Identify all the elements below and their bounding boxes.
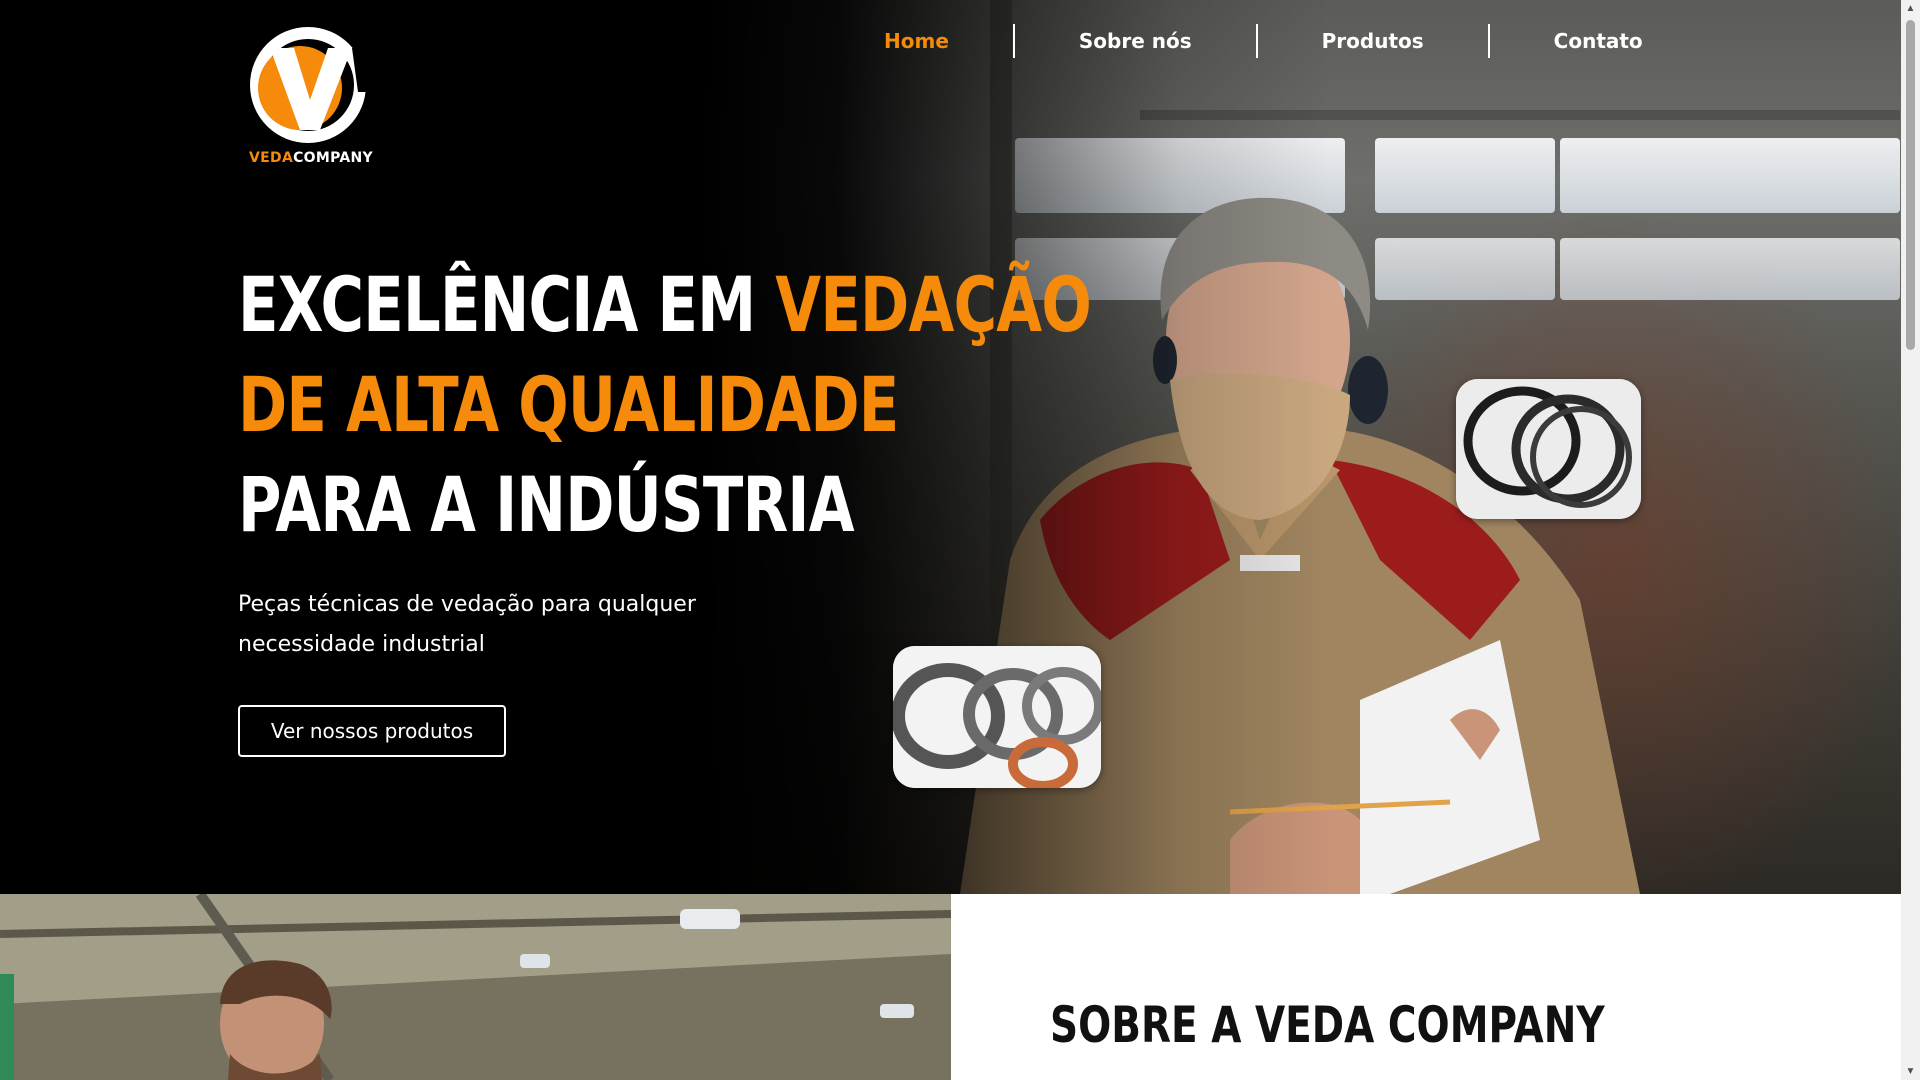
main-navigation: Home Sobre nós Produtos Contato: [820, 22, 1707, 60]
seal-rings-image: [893, 646, 1101, 788]
scroll-up-arrow-icon[interactable]: ▲: [1901, 0, 1920, 17]
product-thumbnail-o-rings[interactable]: [1456, 379, 1641, 519]
company-logo[interactable]: VEDACOMPANY: [248, 22, 374, 172]
product-thumbnail-seals[interactable]: [893, 646, 1101, 788]
hero-section: VEDACOMPANY Home Sobre nós Produtos Cont…: [0, 0, 1901, 894]
logo-wordmark: VEDACOMPANY: [249, 150, 373, 166]
hero-headline-line3: PARA A INDÚSTRIA: [238, 460, 855, 549]
hero-headline-line2: DE ALTA QUALIDADE: [238, 360, 899, 449]
nav-home[interactable]: Home: [820, 29, 1013, 53]
scroll-down-arrow-icon[interactable]: ▼: [1901, 1063, 1920, 1080]
view-products-button[interactable]: Ver nossos produtos: [238, 705, 506, 757]
hero-headline-line1-orange: VEDAÇÃO: [775, 260, 1092, 349]
about-heading: SOBRE A VEDA COMPANY: [1050, 996, 1605, 1054]
hero-headline-line1-white: EXCELÊNCIA EM: [238, 260, 776, 349]
hero-subtitle: Peças técnicas de vedação para qualquer …: [238, 592, 696, 657]
hero-headline: EXCELÊNCIA EM VEDAÇÃO DE ALTA QUALIDADE PA…: [238, 255, 1092, 555]
warehouse-worker-image: [0, 894, 951, 1080]
o-ring-image: [1456, 379, 1641, 519]
nav-produtos[interactable]: Produtos: [1258, 29, 1488, 53]
scrollbar-thumb[interactable]: [1906, 20, 1915, 350]
page-scrollbar[interactable]: ▲ ▼: [1901, 0, 1920, 1080]
logo-v-icon: [250, 27, 374, 143]
nav-contato[interactable]: Contato: [1490, 29, 1707, 53]
nav-sobre-nos[interactable]: Sobre nós: [1015, 29, 1256, 53]
about-photo: [0, 894, 951, 1080]
